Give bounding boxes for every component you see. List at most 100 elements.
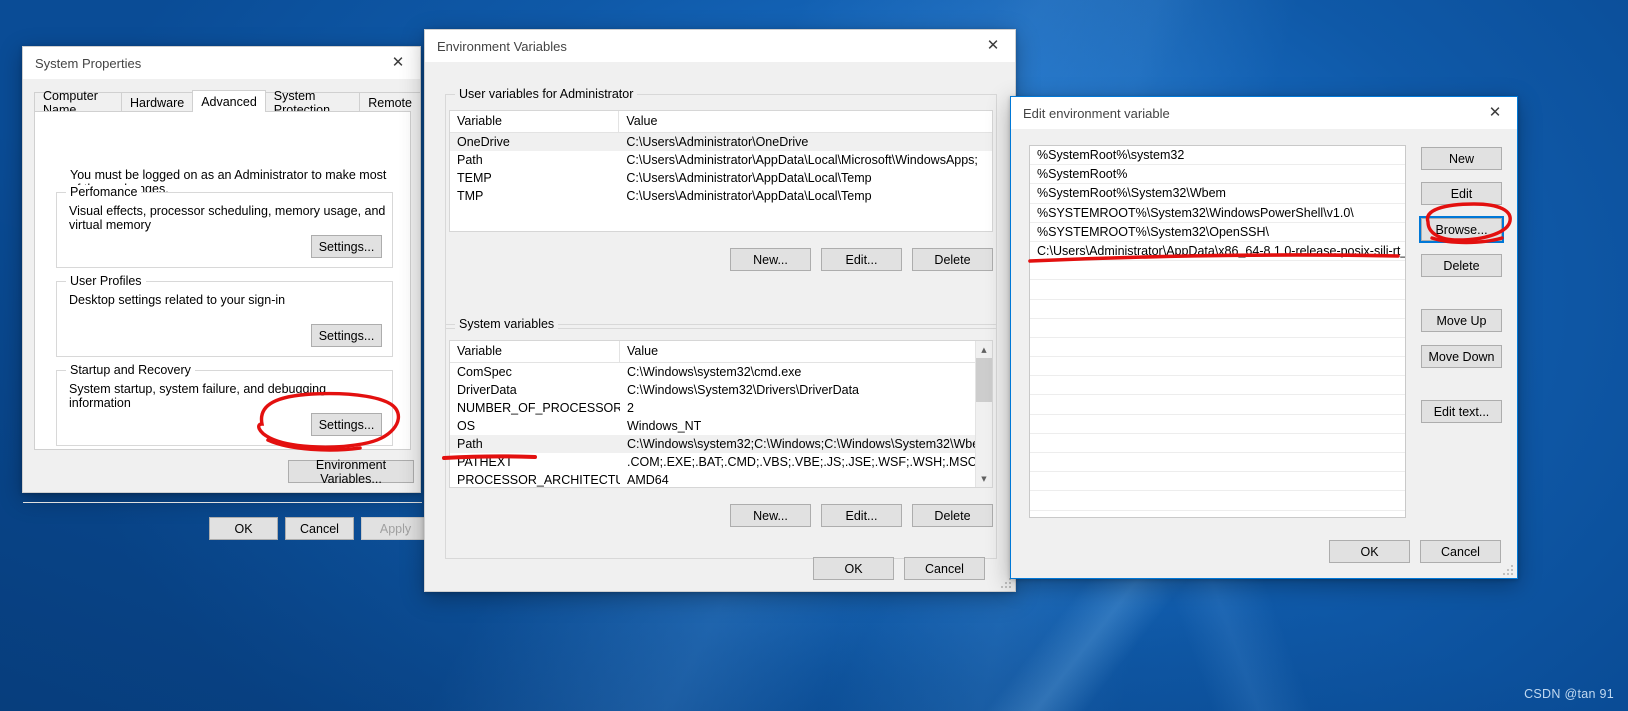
close-icon[interactable]: ✕ [1473, 97, 1517, 128]
close-icon[interactable]: ✕ [971, 30, 1015, 61]
table-row[interactable]: NUMBER_OF_PROCESSORS 2 [450, 399, 992, 417]
header-value[interactable]: Value [620, 341, 977, 362]
path-entries-list[interactable]: %SystemRoot%\system32 %SystemRoot% %Syst… [1029, 145, 1406, 518]
new-button[interactable]: New [1421, 147, 1502, 170]
close-icon[interactable]: ✕ [376, 47, 420, 78]
tab-advanced[interactable]: Advanced [192, 90, 266, 112]
user-edit-button[interactable]: Edit... [821, 248, 902, 271]
scroll-down-icon[interactable]: ▼ [976, 470, 992, 487]
browse-button[interactable]: Browse... [1419, 216, 1504, 243]
scrollbar-thumb[interactable] [976, 358, 992, 402]
table-row[interactable]: OneDrive C:\Users\Administrator\OneDrive [450, 133, 992, 151]
cancel-button[interactable]: Cancel [904, 557, 985, 580]
list-item[interactable]: %SYSTEMROOT%\System32\WindowsPowerShell\… [1030, 204, 1405, 223]
cell-value: Windows_NT [627, 419, 702, 433]
cell-value: C:\Users\Administrator\AppData\Local\Tem… [626, 189, 872, 203]
list-item-empty[interactable] [1030, 491, 1405, 511]
list-item-empty[interactable] [1030, 280, 1405, 300]
user-profiles-group: User Profiles Desktop settings related t… [56, 274, 393, 357]
list-item-empty[interactable] [1030, 319, 1405, 338]
list-item-empty[interactable] [1030, 357, 1405, 377]
cell-value: 2 [627, 401, 634, 415]
tab-system-protection[interactable]: System Protection [264, 89, 361, 117]
edit-button[interactable]: Edit [1421, 182, 1502, 205]
list-item[interactable]: %SystemRoot% [1030, 165, 1405, 185]
system-variables-list[interactable]: Variable Value ComSpec C:\Windows\system… [449, 340, 993, 488]
table-row[interactable]: PATHEXT .COM;.EXE;.BAT;.CMD;.VBS;.VBE;.J… [450, 453, 992, 471]
list-item-empty[interactable] [1030, 434, 1405, 453]
system-delete-button[interactable]: Delete [912, 504, 993, 527]
edit-environment-variable-titlebar[interactable]: Edit environment variable ✕ [1011, 97, 1517, 129]
cell-variable: NUMBER_OF_PROCESSORS [457, 401, 620, 415]
startup-recovery-settings-button[interactable]: Settings... [311, 413, 382, 436]
header-variable[interactable]: Variable [450, 341, 620, 362]
user-variables-list[interactable]: Variable Value OneDrive C:\Users\Adminis… [449, 110, 993, 232]
apply-button: Apply [361, 517, 430, 540]
list-item-empty[interactable] [1030, 261, 1405, 281]
cell-variable: PATHEXT [457, 455, 513, 469]
table-row[interactable]: Path C:\Users\Administrator\AppData\Loca… [450, 151, 992, 169]
user-new-button[interactable]: New... [730, 248, 811, 271]
environment-variables-titlebar[interactable]: Environment Variables ✕ [425, 30, 1015, 62]
system-variables-scrollbar[interactable]: ▲ ▼ [975, 341, 992, 487]
list-item-empty[interactable] [1030, 395, 1405, 415]
list-item-empty[interactable] [1030, 338, 1405, 358]
performance-group: Perfomance Visual effects, processor sch… [56, 185, 393, 268]
list-item[interactable]: C:\Users\Administrator\AppData\x86_64-8.… [1030, 242, 1405, 262]
cell-value: C:\Windows\System32\Drivers\DriverData [627, 383, 859, 397]
user-delete-button[interactable]: Delete [912, 248, 993, 271]
system-variables-group: System variables Variable Value ComSpec … [445, 317, 997, 559]
system-edit-button[interactable]: Edit... [821, 504, 902, 527]
table-row[interactable]: ComSpec C:\Windows\system32\cmd.exe [450, 363, 992, 381]
environment-variables-button[interactable]: Environment Variables... [288, 458, 414, 486]
move-up-button[interactable]: Move Up [1421, 309, 1502, 332]
system-properties-dialog: System Properties ✕ Computer Name Hardwa… [22, 46, 430, 540]
cancel-button[interactable]: Cancel [1420, 540, 1501, 563]
table-row[interactable]: TEMP C:\Users\Administrator\AppData\Loca… [450, 169, 992, 187]
performance-group-legend: Perfomance [66, 185, 142, 199]
list-item-empty[interactable] [1030, 453, 1405, 473]
user-variables-group-legend: User variables for Administrator [455, 87, 638, 101]
environment-variables-dialog: Environment Variables ✕ User variables f… [424, 29, 1016, 592]
resize-grip-icon[interactable] [1502, 564, 1514, 576]
system-properties-tabstrip: Computer Name Hardware Advanced System P… [34, 89, 421, 117]
cell-variable: OS [457, 419, 476, 433]
move-down-button[interactable]: Move Down [1421, 345, 1502, 368]
table-row[interactable]: TMP C:\Users\Administrator\AppData\Local… [450, 187, 992, 205]
table-row[interactable]: Path C:\Windows\system32;C:\Windows;C:\W… [450, 435, 992, 453]
header-value[interactable]: Value [619, 111, 992, 132]
list-item-empty[interactable] [1030, 300, 1405, 319]
desktop-wallpaper: System Properties ✕ Computer Name Hardwa… [0, 0, 1628, 711]
edit-environment-variable-dialog: Edit environment variable ✕ %SystemRoot%… [1010, 96, 1518, 579]
system-properties-titlebar[interactable]: System Properties ✕ [23, 47, 420, 79]
list-item[interactable]: %SystemRoot%\System32\Wbem [1030, 184, 1405, 204]
tab-remote[interactable]: Remote [359, 92, 421, 112]
delete-button[interactable]: Delete [1421, 254, 1502, 277]
cancel-button[interactable]: Cancel [285, 517, 354, 540]
list-item[interactable]: %SystemRoot%\system32 [1030, 146, 1405, 166]
cell-value: C:\Users\Administrator\AppData\Local\Mic… [626, 153, 978, 167]
user-variables-group: User variables for Administrator Variabl… [445, 87, 997, 329]
ok-button[interactable]: OK [813, 557, 894, 580]
user-profiles-settings-button[interactable]: Settings... [311, 324, 382, 347]
list-item-empty[interactable] [1030, 472, 1405, 492]
advanced-tab-page: You must be logged on as an Administrato… [34, 111, 411, 450]
table-row[interactable]: PROCESSOR_ARCHITECTURE AMD64 [450, 471, 992, 487]
system-new-button[interactable]: New... [730, 504, 811, 527]
tab-computer-name[interactable]: Computer Name [34, 89, 122, 117]
list-item-empty[interactable] [1030, 415, 1405, 434]
ok-button[interactable]: OK [1329, 540, 1410, 563]
table-row[interactable]: DriverData C:\Windows\System32\Drivers\D… [450, 381, 992, 399]
tab-hardware[interactable]: Hardware [121, 92, 194, 112]
scroll-up-icon[interactable]: ▲ [976, 341, 992, 358]
header-variable[interactable]: Variable [450, 111, 620, 132]
user-profiles-description: Desktop settings related to your sign-in [69, 293, 286, 307]
list-item-empty[interactable] [1030, 376, 1405, 396]
list-item[interactable]: %SYSTEMROOT%\System32\OpenSSH\ [1030, 223, 1405, 242]
cell-value: C:\Windows\system32\cmd.exe [627, 365, 802, 379]
ok-button[interactable]: OK [209, 517, 278, 540]
edit-text-button[interactable]: Edit text... [1421, 400, 1502, 423]
user-variables-header-row: Variable Value [450, 111, 992, 133]
table-row[interactable]: OS Windows_NT [450, 417, 992, 435]
performance-settings-button[interactable]: Settings... [311, 235, 382, 258]
